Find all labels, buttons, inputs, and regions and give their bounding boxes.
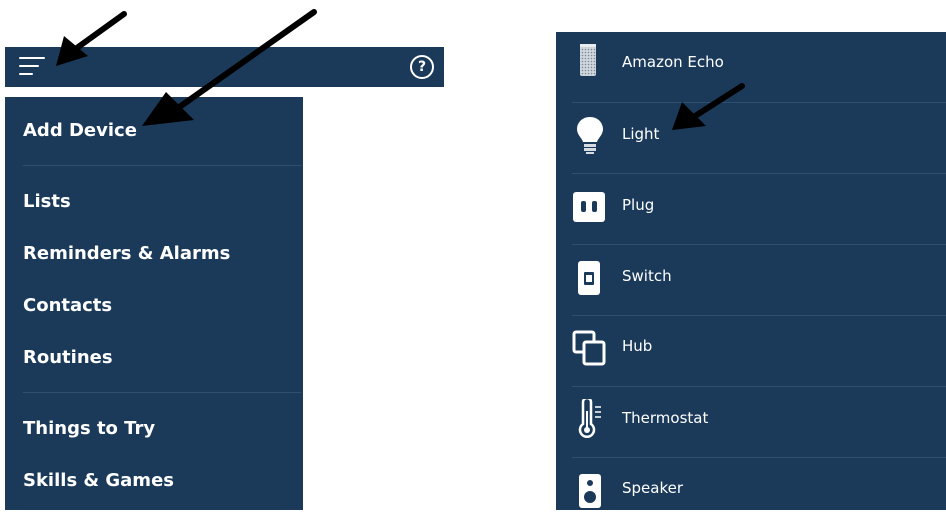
light-bulb-icon: [577, 117, 603, 154]
help-circle-icon[interactable]: ?: [410, 55, 434, 79]
menu-item-lists[interactable]: Lists: [23, 190, 71, 214]
device-type-list: Amazon Echo Light Plug Switch Hub Thermo…: [556, 32, 946, 510]
device-item-label: Thermostat: [622, 409, 709, 427]
thermostat-icon: [578, 399, 601, 438]
menu-item-skills-games[interactable]: Skills & Games: [23, 469, 174, 493]
device-item-thermostat[interactable]: Thermostat: [572, 387, 946, 458]
switch-icon: [578, 261, 600, 295]
menu-item-add-device[interactable]: Add Device: [23, 119, 137, 143]
side-menu: Add Device Lists Reminders & Alarms Cont…: [5, 97, 303, 510]
menu-item-contacts[interactable]: Contacts: [23, 294, 112, 318]
menu-divider: [23, 165, 301, 166]
device-item-amazon-echo[interactable]: Amazon Echo: [572, 32, 946, 103]
device-item-light[interactable]: Light: [572, 103, 946, 174]
device-item-speaker[interactable]: Speaker: [572, 458, 946, 529]
amazon-echo-icon: [580, 44, 596, 76]
app-top-bar: ?: [5, 47, 444, 87]
hamburger-menu-icon[interactable]: [19, 55, 45, 79]
hub-icon: [572, 330, 606, 366]
speaker-icon: [579, 474, 601, 508]
device-item-hub[interactable]: Hub: [572, 316, 946, 387]
menu-divider: [23, 392, 301, 393]
device-item-plug[interactable]: Plug: [572, 174, 946, 245]
device-item-label: Speaker: [622, 479, 684, 497]
menu-item-reminders-alarms[interactable]: Reminders & Alarms: [23, 242, 230, 266]
device-item-switch[interactable]: Switch: [572, 245, 946, 316]
device-item-label: Switch: [622, 267, 672, 285]
menu-item-routines[interactable]: Routines: [23, 346, 113, 370]
device-item-label: Hub: [622, 337, 653, 355]
device-item-label: Amazon Echo: [622, 53, 724, 71]
menu-item-things-to-try[interactable]: Things to Try: [23, 417, 155, 441]
plug-icon: [573, 192, 605, 222]
device-item-label: Plug: [622, 196, 655, 214]
device-item-label: Light: [622, 125, 660, 143]
